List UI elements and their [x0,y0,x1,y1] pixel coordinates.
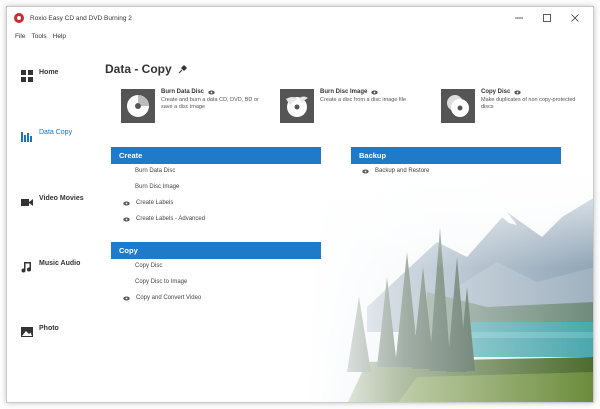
disc-image-icon[interactable] [280,89,314,123]
page-title-text: Data - Copy [105,62,172,76]
menu-file[interactable]: File [15,33,25,40]
eye-icon [362,169,369,173]
sidebar-item-music-audio[interactable]: Music Audio [21,260,87,273]
roxio-logo-icon [14,13,24,23]
page-title: Data - Copy [105,62,187,76]
menu-help[interactable]: Help [53,33,66,40]
link-burn-disc-image[interactable]: Burn Disc Image [135,184,179,190]
link-copy-disc-to-image[interactable]: Copy Disc to Image [135,279,187,285]
photo-icon [21,327,33,337]
feature-copy-disc[interactable]: Copy Disc Make duplicates of non copy-pr… [441,89,589,123]
feature-title[interactable]: Copy Disc [481,89,589,95]
sidebar-item-label: Music Audio [39,260,81,267]
link-create-labels-advanced[interactable]: Create Labels - Advanced [123,216,205,222]
link-copy-and-convert-video[interactable]: Copy and Convert Video [123,295,201,301]
close-icon [571,14,579,22]
music-icon [21,262,31,273]
feature-title[interactable]: Burn Data Disc [161,89,269,95]
section-header-backup: Backup [351,147,561,164]
sidebar-item-label: Video Movies [39,195,84,202]
landscape-background [307,157,593,402]
sidebar [7,57,93,397]
feature-burn-data-disc[interactable]: Burn Data Disc Create and burn a data CD… [121,89,269,123]
video-icon [21,199,33,206]
feature-title[interactable]: Burn Disc Image [320,89,428,95]
app-window: Roxio Easy CD and DVD Burning 2 File Too… [6,6,594,403]
maximize-button[interactable] [533,10,561,26]
data-copy-icon [21,132,32,142]
minimize-button[interactable] [505,10,533,26]
sidebar-item-label: Photo [39,325,59,332]
link-create-labels[interactable]: Create Labels [123,200,173,206]
home-icon [21,70,33,82]
section-header-copy: Copy [111,242,321,259]
feature-description: Create and burn a data CD, DVD, BD or sa… [161,97,259,110]
eye-icon [123,217,130,221]
eye-icon [371,90,379,94]
eye-icon [123,201,130,205]
feature-description: Make duplicates of non copy-protected di… [481,97,576,110]
section-header-create: Create [111,147,321,164]
close-button[interactable] [561,10,589,26]
minimize-icon [515,17,523,19]
eye-icon [514,90,522,94]
link-burn-data-disc[interactable]: Burn Data Disc [135,168,175,174]
pin-icon[interactable] [178,64,187,74]
maximize-icon [543,14,551,22]
title-bar: Roxio Easy CD and DVD Burning 2 [7,7,593,29]
sidebar-item-home[interactable]: Home [21,69,87,82]
copy-disc-icon[interactable] [441,89,475,123]
link-copy-disc[interactable]: Copy Disc [135,263,162,269]
sidebar-item-data-copy[interactable]: Data Copy [21,129,87,142]
disc-icon[interactable] [121,89,155,123]
feature-burn-disc-image[interactable]: Burn Disc Image Create a disc from a dis… [280,89,428,123]
eye-icon [208,90,215,94]
window-controls [505,10,589,26]
sidebar-item-video-movies[interactable]: Video Movies [21,195,87,208]
sidebar-item-label: Data Copy [39,129,73,136]
menu-tools[interactable]: Tools [31,33,46,40]
menu-bar: File Tools Help [15,33,66,40]
sidebar-item-photo[interactable]: Photo [21,325,87,338]
link-backup-and-restore[interactable]: Backup and Restore [362,168,429,174]
eye-icon [123,296,130,300]
window-title: Roxio Easy CD and DVD Burning 2 [30,14,132,22]
sidebar-item-label: Home [39,69,59,76]
feature-description: Create a disc from a disc image file [320,97,406,103]
